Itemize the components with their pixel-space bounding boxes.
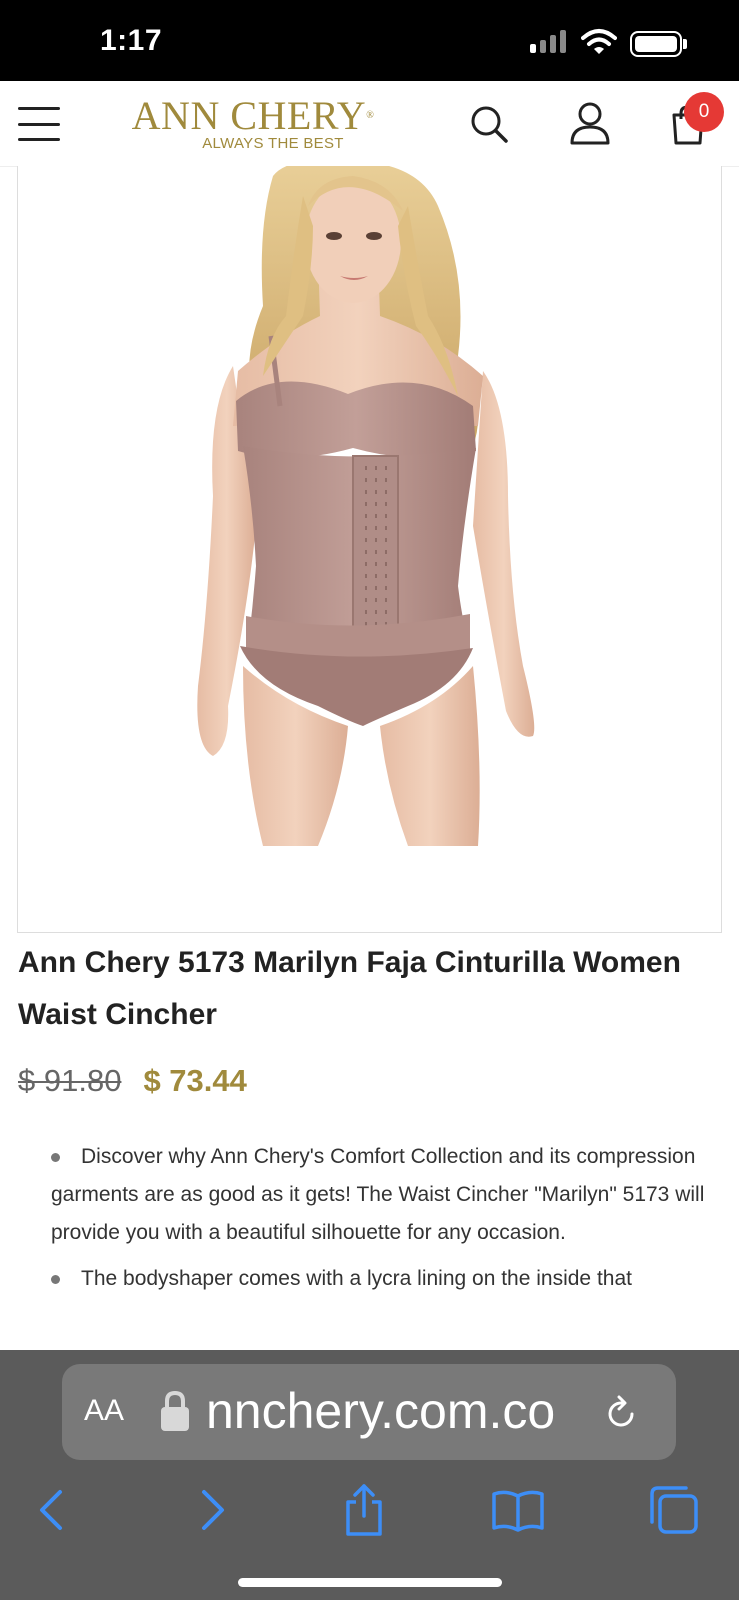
text-size-button[interactable]: AA	[84, 1394, 124, 1428]
url-text[interactable]: nnchery.com.co	[206, 1378, 596, 1444]
product-description: Discover why Ann Chery's Comfort Collect…	[51, 1138, 721, 1306]
share-icon[interactable]	[336, 1482, 392, 1538]
brand-name: ANN CHERY	[131, 93, 367, 138]
product-image[interactable]	[17, 166, 722, 933]
browser-nav	[0, 1482, 739, 1542]
back-icon[interactable]	[26, 1482, 82, 1538]
wifi-icon	[581, 29, 617, 54]
tabs-icon[interactable]	[646, 1482, 702, 1538]
forward-icon[interactable]	[184, 1482, 240, 1538]
description-item: Discover why Ann Chery's Comfort Collect…	[51, 1145, 705, 1244]
description-item: The bodyshaper comes with a lycra lining…	[51, 1260, 721, 1298]
menu-icon[interactable]	[18, 107, 60, 141]
sale-price: $ 73.44	[143, 1063, 247, 1098]
price-row: $ 91.80 $ 73.44	[18, 1063, 247, 1099]
browser-toolbar: AA nnchery.com.co	[0, 1350, 739, 1600]
original-price: $ 91.80	[18, 1063, 122, 1098]
product-title: Ann Chery 5173 Marilyn Faja Cinturilla W…	[18, 946, 681, 1031]
product-photo	[197, 166, 535, 846]
signal-icon	[530, 30, 566, 53]
account-icon[interactable]	[568, 101, 612, 145]
search-icon[interactable]	[468, 103, 510, 145]
site-header: ANN CHERY® ALWAYS THE BEST 0	[0, 81, 739, 167]
battery-icon	[630, 31, 682, 57]
reload-icon[interactable]	[604, 1392, 640, 1432]
cart-count-badge[interactable]: 0	[684, 92, 724, 132]
lock-icon	[161, 1390, 189, 1431]
home-indicator[interactable]	[238, 1578, 502, 1587]
bookmarks-icon[interactable]	[490, 1482, 546, 1538]
status-bar: 1:17	[0, 0, 739, 81]
brand-logo[interactable]: ANN CHERY® ALWAYS THE BEST	[118, 95, 388, 155]
address-bar[interactable]: AA nnchery.com.co	[62, 1364, 676, 1460]
status-time: 1:17	[100, 24, 163, 57]
